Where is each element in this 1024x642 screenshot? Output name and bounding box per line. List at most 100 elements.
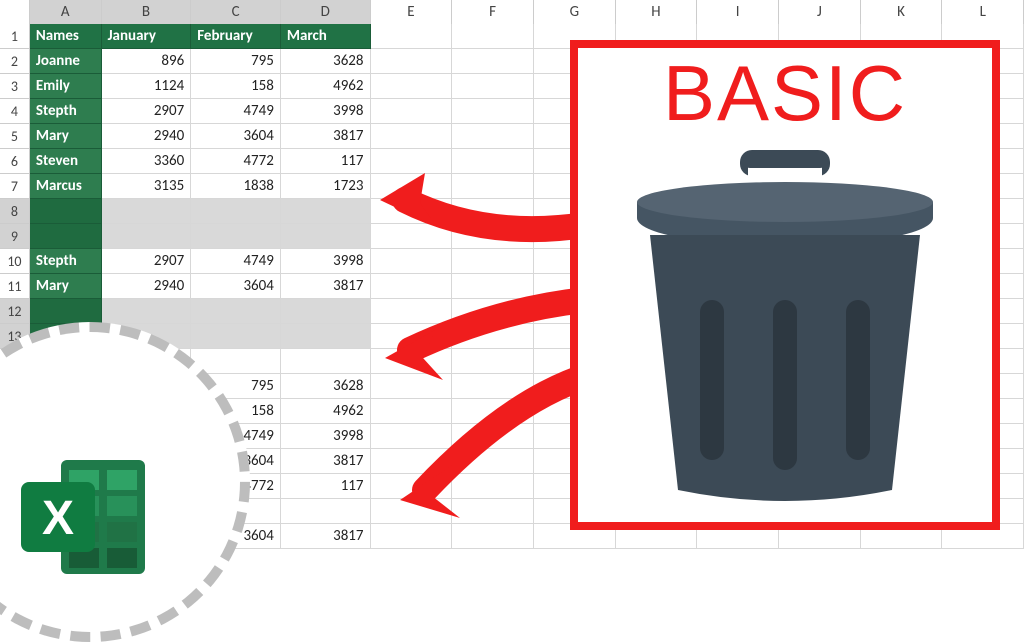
cell-D21[interactable]: 3817 bbox=[281, 524, 371, 549]
cell-B3[interactable]: 1124 bbox=[102, 74, 192, 99]
cell-D18[interactable]: 3817 bbox=[281, 449, 371, 474]
row-header-10[interactable]: 10 bbox=[0, 249, 30, 274]
cell-B11[interactable]: 2940 bbox=[102, 274, 192, 299]
col-header-B[interactable]: B bbox=[102, 0, 192, 24]
cell-B5[interactable]: 2940 bbox=[102, 124, 192, 149]
cell-B1[interactable]: January bbox=[102, 24, 192, 49]
cell-A4[interactable]: Stepth bbox=[30, 99, 102, 124]
cell-B4[interactable]: 2907 bbox=[102, 99, 192, 124]
cell-F5[interactable] bbox=[452, 124, 534, 149]
row-header-2[interactable]: 2 bbox=[0, 49, 30, 74]
cell-D20[interactable] bbox=[281, 499, 371, 524]
cell-D5[interactable]: 3817 bbox=[281, 124, 371, 149]
cell-F16[interactable] bbox=[452, 399, 534, 424]
cell-D4[interactable]: 3998 bbox=[281, 99, 371, 124]
cell-A7[interactable]: Marcus bbox=[30, 174, 102, 199]
row-header-1[interactable]: 1 bbox=[0, 24, 30, 49]
cell-A1[interactable]: Names bbox=[30, 24, 102, 49]
cell-E18[interactable] bbox=[371, 449, 453, 474]
cell-E17[interactable] bbox=[371, 424, 453, 449]
cell-C6[interactable]: 4772 bbox=[191, 149, 281, 174]
col-header-E[interactable]: E bbox=[371, 0, 453, 24]
cell-A11[interactable]: Mary bbox=[30, 274, 102, 299]
cell-D16[interactable]: 4962 bbox=[281, 399, 371, 424]
cell-A5[interactable]: Mary bbox=[30, 124, 102, 149]
cell-D13[interactable] bbox=[281, 324, 371, 349]
row-header-5[interactable]: 5 bbox=[0, 124, 30, 149]
cell-C12[interactable] bbox=[191, 299, 281, 324]
col-header-L[interactable]: L bbox=[942, 0, 1024, 24]
cell-E14[interactable] bbox=[371, 349, 453, 374]
row-header-9[interactable]: 9 bbox=[0, 224, 30, 249]
cell-D9[interactable] bbox=[281, 224, 371, 249]
cell-D11[interactable]: 3817 bbox=[281, 274, 371, 299]
cell-B6[interactable]: 3360 bbox=[102, 149, 192, 174]
cell-D12[interactable] bbox=[281, 299, 371, 324]
col-header-A[interactable]: A bbox=[30, 0, 102, 24]
cell-D1[interactable]: March bbox=[281, 24, 371, 49]
cell-E15[interactable] bbox=[371, 374, 453, 399]
cell-F1[interactable] bbox=[452, 24, 534, 49]
cell-F18[interactable] bbox=[452, 449, 534, 474]
row-header-7[interactable]: 7 bbox=[0, 174, 30, 199]
cell-F2[interactable] bbox=[452, 49, 534, 74]
cell-E2[interactable] bbox=[371, 49, 453, 74]
cell-B9[interactable] bbox=[102, 224, 192, 249]
row-header-12[interactable]: 12 bbox=[0, 299, 30, 324]
cell-B10[interactable]: 2907 bbox=[102, 249, 192, 274]
cell-D7[interactable]: 1723 bbox=[281, 174, 371, 199]
cell-E21[interactable] bbox=[371, 524, 453, 549]
cell-C3[interactable]: 158 bbox=[191, 74, 281, 99]
cell-E8[interactable] bbox=[371, 199, 453, 224]
cell-D3[interactable]: 4962 bbox=[281, 74, 371, 99]
cell-E20[interactable] bbox=[371, 499, 453, 524]
cell-F20[interactable] bbox=[452, 499, 534, 524]
cell-B7[interactable]: 3135 bbox=[102, 174, 192, 199]
row-header-3[interactable]: 3 bbox=[0, 74, 30, 99]
cell-C9[interactable] bbox=[191, 224, 281, 249]
col-header-J[interactable]: J bbox=[779, 0, 861, 24]
cell-F11[interactable] bbox=[452, 274, 534, 299]
col-header-D[interactable]: D bbox=[281, 0, 371, 24]
cell-D15[interactable]: 3628 bbox=[281, 374, 371, 399]
cell-F6[interactable] bbox=[452, 149, 534, 174]
cell-D19[interactable]: 117 bbox=[281, 474, 371, 499]
cell-B12[interactable] bbox=[102, 299, 192, 324]
cell-A2[interactable]: Joanne bbox=[30, 49, 102, 74]
cell-F3[interactable] bbox=[452, 74, 534, 99]
cell-C5[interactable]: 3604 bbox=[191, 124, 281, 149]
cell-D17[interactable]: 3998 bbox=[281, 424, 371, 449]
cell-D8[interactable] bbox=[281, 199, 371, 224]
cell-E13[interactable] bbox=[371, 324, 453, 349]
cell-C2[interactable]: 795 bbox=[191, 49, 281, 74]
cell-F13[interactable] bbox=[452, 324, 534, 349]
cell-E12[interactable] bbox=[371, 299, 453, 324]
row-header-11[interactable]: 11 bbox=[0, 274, 30, 299]
cell-E7[interactable] bbox=[371, 174, 453, 199]
col-header-G[interactable]: G bbox=[534, 0, 616, 24]
cell-F14[interactable] bbox=[452, 349, 534, 374]
cell-E10[interactable] bbox=[371, 249, 453, 274]
cell-F4[interactable] bbox=[452, 99, 534, 124]
cell-F10[interactable] bbox=[452, 249, 534, 274]
cell-D2[interactable]: 3628 bbox=[281, 49, 371, 74]
cell-E5[interactable] bbox=[371, 124, 453, 149]
select-all-corner[interactable] bbox=[0, 0, 30, 24]
cell-E11[interactable] bbox=[371, 274, 453, 299]
cell-B2[interactable]: 896 bbox=[102, 49, 192, 74]
cell-D6[interactable]: 117 bbox=[281, 149, 371, 174]
cell-E19[interactable] bbox=[371, 474, 453, 499]
row-header-6[interactable]: 6 bbox=[0, 149, 30, 174]
col-header-C[interactable]: C bbox=[191, 0, 281, 24]
cell-F21[interactable] bbox=[452, 524, 534, 549]
cell-A8[interactable] bbox=[30, 199, 102, 224]
col-header-K[interactable]: K bbox=[861, 0, 943, 24]
cell-E16[interactable] bbox=[371, 399, 453, 424]
cell-D10[interactable]: 3998 bbox=[281, 249, 371, 274]
cell-C1[interactable]: February bbox=[191, 24, 281, 49]
cell-F7[interactable] bbox=[452, 174, 534, 199]
cell-E4[interactable] bbox=[371, 99, 453, 124]
col-header-F[interactable]: F bbox=[452, 0, 534, 24]
col-header-I[interactable]: I bbox=[697, 0, 779, 24]
col-header-H[interactable]: H bbox=[616, 0, 698, 24]
